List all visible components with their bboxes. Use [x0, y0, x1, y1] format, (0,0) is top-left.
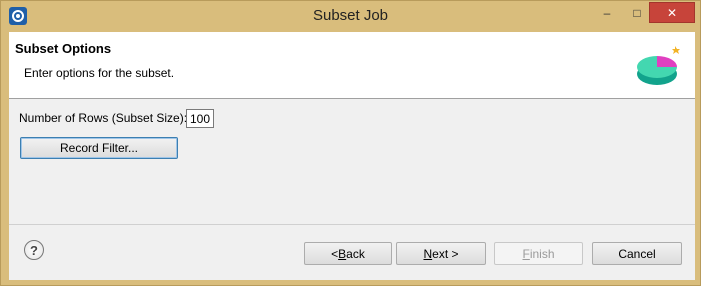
back-mnemonic: B	[338, 246, 347, 261]
back-button[interactable]: < Back	[304, 242, 392, 265]
rows-input[interactable]	[186, 109, 214, 128]
title-bar[interactable]: Subset Job – □ ✕	[1, 1, 700, 32]
divider	[9, 224, 695, 225]
maximize-button[interactable]: □	[625, 2, 649, 23]
next-rest: ext >	[432, 246, 459, 261]
cancel-button[interactable]: Cancel	[592, 242, 682, 265]
dialog-content: Subset Options Enter options for the sub…	[9, 32, 695, 280]
back-rest: ack	[346, 246, 365, 261]
page-description: Enter options for the subset.	[24, 66, 175, 80]
pie-chart-wizard-icon	[637, 46, 680, 85]
close-button[interactable]: ✕	[649, 2, 695, 23]
minimize-button[interactable]: –	[593, 2, 621, 23]
rows-label: Number of Rows (Subset Size):	[19, 111, 188, 125]
finish-rest: inish	[529, 246, 555, 261]
next-button[interactable]: Next >	[396, 242, 486, 265]
wizard-banner: Subset Options Enter options for the sub…	[9, 32, 695, 99]
next-mnemonic: N	[423, 246, 433, 261]
help-icon[interactable]: ?	[24, 240, 44, 260]
dialog-window: Subset Job – □ ✕ Subset Options Enter op…	[0, 0, 701, 286]
page-title: Subset Options	[15, 41, 112, 56]
finish-mnemonic: F	[522, 246, 530, 261]
back-prefix: <	[331, 246, 339, 261]
record-filter-button[interactable]: Record Filter...	[20, 137, 178, 159]
finish-button[interactable]: Finish	[494, 242, 583, 265]
